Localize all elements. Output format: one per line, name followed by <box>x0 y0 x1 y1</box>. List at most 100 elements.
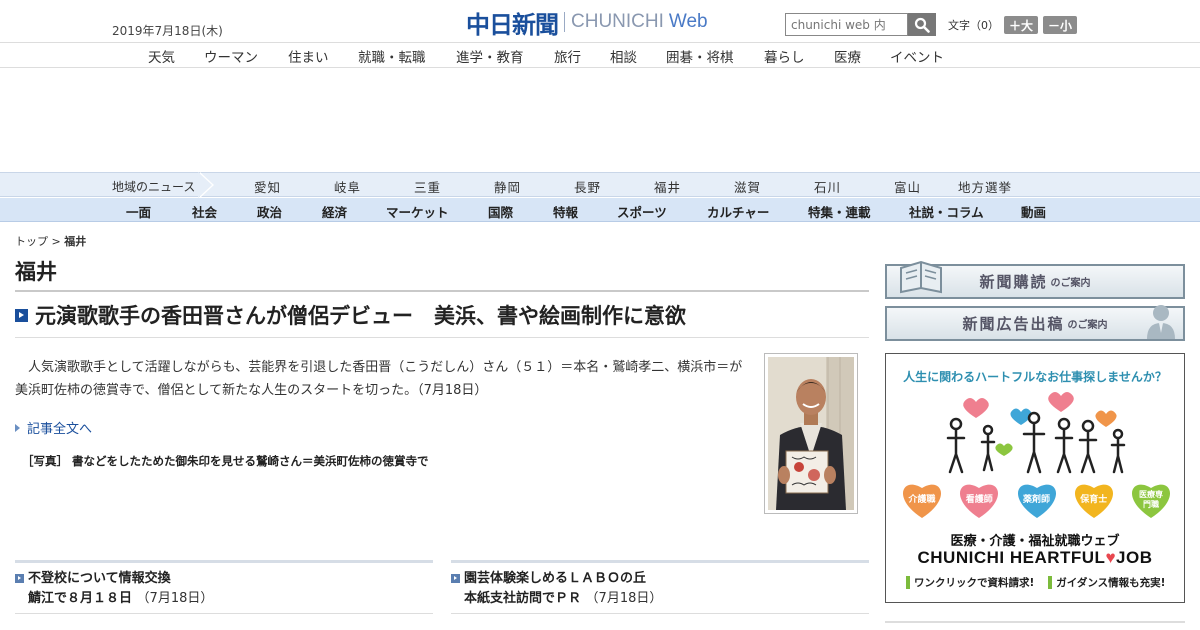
sub-article-2-rule <box>451 560 869 563</box>
heartful-job-ad[interactable]: 人生に関わるハートフルなお仕事探しませんか？ 介護職 看護師 薬剤師 保育士 医… <box>885 353 1185 603</box>
green-bar-icon <box>906 576 910 589</box>
font-size-decrease-button[interactable]: －小 <box>1043 16 1078 34</box>
heartful-job-brand-b: JOB <box>1116 548 1153 567</box>
region-ishikawa[interactable]: 石川 <box>814 177 841 196</box>
job-category-childcare-label: 保育士 <box>1080 495 1108 505</box>
page-title: 福井 <box>15 260 57 284</box>
cat-special-report[interactable]: 特報 <box>553 202 578 221</box>
region-shiga[interactable]: 滋賀 <box>734 177 761 196</box>
logo-divider <box>564 12 565 32</box>
heartful-job-note-2-text: ガイダンス情報も充実! <box>1056 577 1166 589</box>
sub-article-1-date: （7月18日） <box>136 591 214 606</box>
site-search <box>785 13 936 36</box>
photo-caption: ［写真］ 書などをしたためた御朱印を見せる鷲崎さん＝美浜町佐柿の徳賞寺で <box>22 454 429 468</box>
sub-article-2-title-line2: 本紙支社訪問でＰＲ <box>464 591 582 606</box>
region-fukui[interactable]: 福井 <box>654 177 681 196</box>
logo-kanji: 中日新聞 <box>466 9 559 39</box>
logo-en: CHUNICHI <box>571 11 664 32</box>
article-photo[interactable] <box>764 353 858 514</box>
cat-sports[interactable]: スポーツ <box>617 202 667 221</box>
ad-space <box>0 68 1200 172</box>
topnav-go-shogi[interactable]: 囲碁・将棋 <box>666 46 734 66</box>
job-category-pharmacist-label: 薬剤師 <box>1022 495 1050 505</box>
breadcrumb-top-link[interactable]: トップ <box>15 235 48 248</box>
triangle-right-icon <box>15 423 20 432</box>
logo-web: Web <box>668 11 708 32</box>
search-button[interactable] <box>908 13 936 36</box>
arrow-bullet-icon <box>15 574 24 583</box>
sub-article-1-rule <box>15 560 433 563</box>
cat-culture[interactable]: カルチャー <box>707 202 769 221</box>
region-gifu[interactable]: 岐阜 <box>334 177 361 196</box>
sub-article-1: 不登校について情報交換 鯖江で８月１８日 （7月18日） <box>15 560 433 614</box>
regional-news-label: 地域のニュース <box>112 180 196 194</box>
heartful-job-subtitle: 医療・介護・福祉就職ウェブ <box>950 534 1120 549</box>
job-category-childcare[interactable]: 保育士 <box>1071 480 1117 520</box>
font-size-label: 文字（0） <box>948 19 999 32</box>
region-nagano[interactable]: 長野 <box>574 177 601 196</box>
newspaper-subscription-label: 新聞購読 <box>979 273 1048 291</box>
cat-international[interactable]: 国際 <box>488 202 513 221</box>
font-size-increase-button[interactable]: ＋大 <box>1004 16 1039 34</box>
heart-icon: ♥ <box>1105 548 1117 567</box>
sub-article-2-title-line1: 園芸体験楽しめるＬＡＢＯの丘 <box>464 571 647 586</box>
region-aichi[interactable]: 愛知 <box>254 177 281 196</box>
region-label-arrow-fill <box>198 172 212 198</box>
regional-news-nav: 地域のニュース 愛知 岐阜 三重 静岡 長野 福井 滋賀 石川 富山 地方選挙 <box>0 172 1200 198</box>
topnav-woman[interactable]: ウーマン <box>204 46 258 66</box>
cat-editorials[interactable]: 社説・コラム <box>909 202 984 221</box>
breadcrumb-separator: > <box>48 235 65 248</box>
monk-portrait-image <box>768 357 854 510</box>
heartful-job-brand: CHUNICHI HEARTFUL♥JOB <box>886 548 1184 568</box>
top-article-headline[interactable]: 元演歌歌手の香田晋さんが僧侶デビュー 美浜、書や絵画制作に意欲 <box>35 300 686 330</box>
topnav-travel[interactable]: 旅行 <box>554 46 581 66</box>
sub-article-1-title-line1: 不登校について情報交換 <box>28 571 171 586</box>
region-toyama[interactable]: 富山 <box>894 177 921 196</box>
sub-article-2-link[interactable]: 園芸体験楽しめるＬＡＢＯの丘 本紙支社訪問でＰＲ （7月18日） <box>451 569 869 609</box>
region-local-elections[interactable]: 地方選挙 <box>958 177 1012 196</box>
read-full-article-link[interactable]: 記事全文へ <box>15 418 92 437</box>
topnav-weather[interactable]: 天気 <box>148 46 175 66</box>
newspaper-advertising-sub: のご案内 <box>1067 320 1108 331</box>
heartful-job-notes: ワンクリックで資料請求! ガイダンス情報も充実! <box>906 575 1179 590</box>
topnav-jobs[interactable]: 就職・転職 <box>358 46 426 66</box>
breadcrumb: トップ > 福井 <box>15 233 86 249</box>
job-category-medical-specialist[interactable]: 医療専門職 <box>1128 480 1174 520</box>
chunichi-web-logo[interactable]: 中日新聞 CHUNICHI Web <box>466 8 708 39</box>
job-category-pharmacist[interactable]: 薬剤師 <box>1014 480 1060 520</box>
topnav-events[interactable]: イベント <box>890 46 944 66</box>
cat-video[interactable]: 動画 <box>1021 202 1046 221</box>
cat-market[interactable]: マーケット <box>386 202 449 221</box>
newspaper-advertising-banner[interactable]: 新聞広告出稿 のご案内 <box>885 305 1185 341</box>
cat-front-page[interactable]: 一面 <box>126 202 151 221</box>
sub-article-2: 園芸体験楽しめるＬＡＢＯの丘 本紙支社訪問でＰＲ （7月18日） <box>451 560 869 614</box>
cat-features[interactable]: 特集・連載 <box>808 202 871 221</box>
topnav-housing[interactable]: 住まい <box>288 46 329 66</box>
search-icon <box>914 17 930 33</box>
heartful-job-note-2: ガイダンス情報も充実! <box>1048 575 1165 590</box>
sub-article-2-date: （7月18日） <box>585 591 663 606</box>
topnav-living[interactable]: 暮らし <box>764 46 805 66</box>
region-shizuoka[interactable]: 静岡 <box>494 177 521 196</box>
sub-article-2-divider <box>451 613 869 614</box>
search-input[interactable] <box>785 13 908 36</box>
topnav-medical[interactable]: 医療 <box>834 46 861 66</box>
topnav-consult[interactable]: 相談 <box>610 46 637 66</box>
heartful-job-note-1: ワンクリックで資料請求! <box>906 575 1034 590</box>
site-header: 2019年7月18日(木) 中日新聞 CHUNICHI Web 文字（0） ＋大… <box>0 0 1200 42</box>
businessman-icon <box>1147 305 1175 339</box>
job-category-care[interactable]: 介護職 <box>899 480 945 520</box>
topnav-education[interactable]: 進学・教育 <box>456 46 524 66</box>
current-date: 2019年7月18日(木) <box>112 24 223 38</box>
sub-article-1-divider <box>15 613 433 614</box>
cat-economy[interactable]: 経済 <box>322 202 347 221</box>
cat-politics[interactable]: 政治 <box>257 202 282 221</box>
sub-article-1-link[interactable]: 不登校について情報交換 鯖江で８月１８日 （7月18日） <box>15 569 433 609</box>
newspaper-subscription-banner[interactable]: 新聞購読 のご案内 <box>885 260 1185 299</box>
region-mie[interactable]: 三重 <box>414 177 441 196</box>
job-category-nurse[interactable]: 看護師 <box>956 480 1002 520</box>
job-category-nurse-label: 看護師 <box>965 495 993 505</box>
cat-society[interactable]: 社会 <box>192 202 217 221</box>
read-full-article-label: 記事全文へ <box>27 422 93 437</box>
category-nav: 一面 社会 政治 経済 マーケット 国際 特報 スポーツ カルチャー 特集・連載… <box>0 198 1200 222</box>
